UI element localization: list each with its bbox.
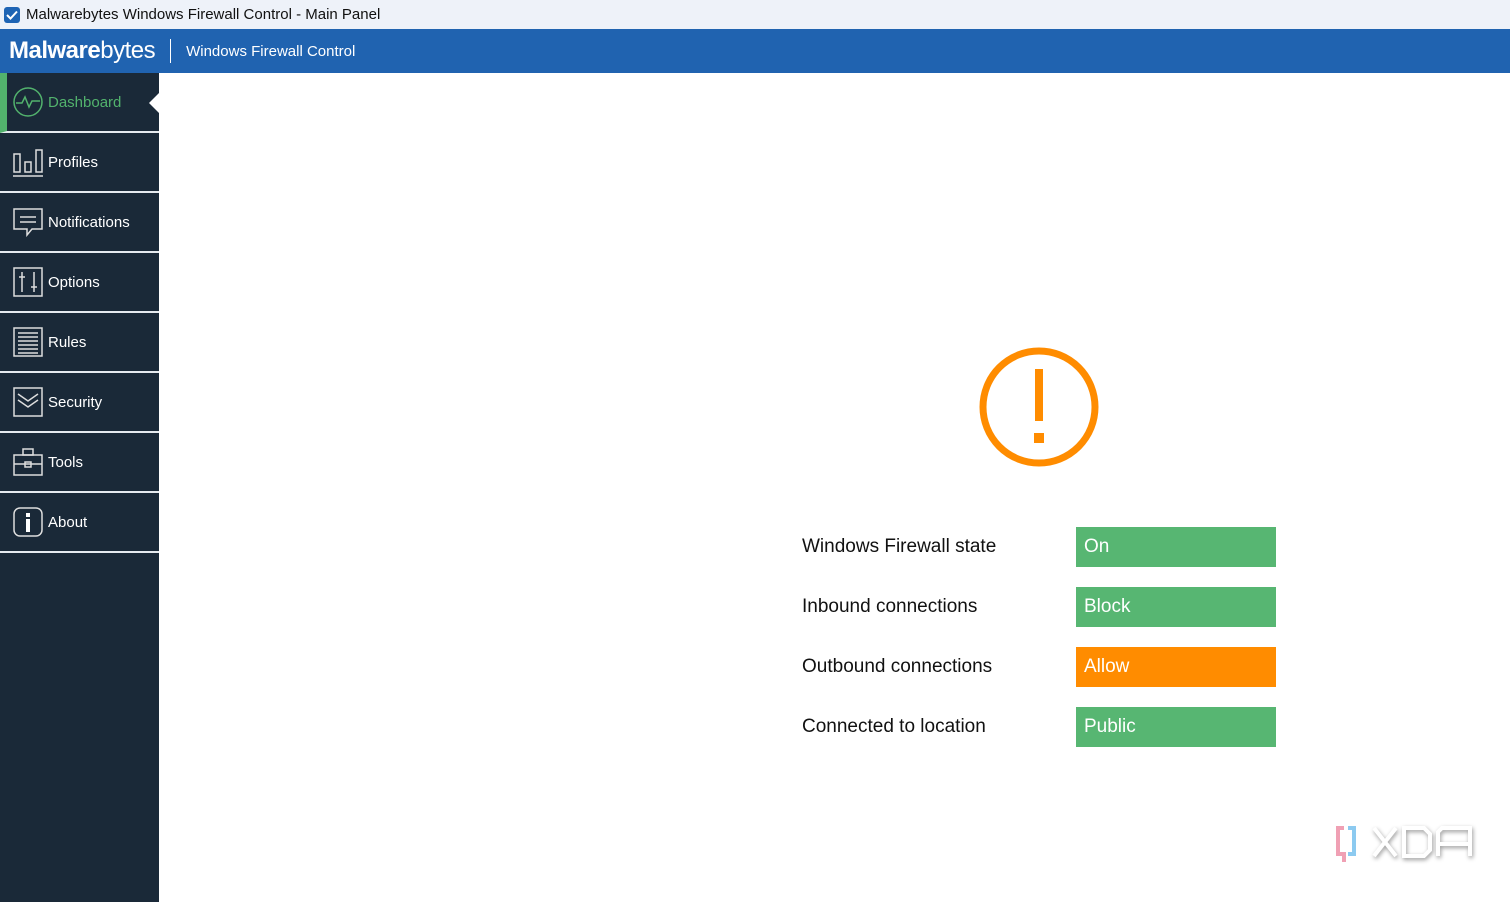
message-icon [12,206,44,238]
window-title: Malwarebytes Windows Firewall Control - … [26,6,381,23]
sidebar-item-label: About [48,513,88,531]
app-header: Malwarebytes Windows Firewall Control [0,29,1510,73]
divider [170,39,172,63]
status-row-firewall-state: Windows Firewall state On [802,527,1282,567]
sidebar-item-security[interactable]: Security [0,373,159,433]
app-name: Windows Firewall Control [186,42,356,60]
status-row-outbound: Outbound connections Allow [802,647,1282,687]
xda-watermark-logo [1336,826,1472,862]
warning-icon [979,347,1099,467]
status-badge: On [1076,527,1276,567]
title-bar: Malwarebytes Windows Firewall Control - … [0,0,1510,29]
sidebar-item-options[interactable]: Options [0,253,159,313]
sidebar-item-about[interactable]: About [0,493,159,553]
sidebar-item-tools[interactable]: Tools [0,433,159,493]
sidebar-item-label: Dashboard [48,93,122,111]
status-row-inbound: Inbound connections Block [802,587,1282,627]
pulse-icon [12,86,44,118]
sidebar-item-profiles[interactable]: Profiles [0,133,159,193]
info-icon [12,506,44,538]
sidebar-item-notifications[interactable]: Notifications [0,193,159,253]
status-badge: Block [1076,587,1276,627]
status-label: Inbound connections [802,596,978,617]
sidebar-item-dashboard[interactable]: Dashboard [0,73,159,133]
app-checkbox-icon [4,6,20,23]
sidebar-item-label: Rules [48,333,87,351]
status-row-location: Connected to location Public [802,707,1282,747]
status-badge: Public [1076,707,1276,747]
bars-icon [12,146,44,178]
malwarebytes-logo: Malwarebytes [9,37,156,64]
sidebar-item-label: Options [48,273,100,291]
sidebar-item-label: Profiles [48,153,99,171]
shield-chevron-icon [12,386,44,418]
status-badge: Allow [1076,647,1276,687]
status-label: Windows Firewall state [802,536,997,557]
sidebar-item-label: Security [48,393,103,411]
status-label: Connected to location [802,716,986,737]
toolbox-icon [12,446,44,478]
status-label: Outbound connections [802,656,993,677]
sliders-icon [12,266,44,298]
list-icon [12,326,44,358]
sidebar-item-rules[interactable]: Rules [0,313,159,373]
sidebar-item-label: Notifications [48,213,130,231]
sidebar: Dashboard Profiles Notifications Options… [0,73,159,902]
sidebar-item-label: Tools [48,453,84,471]
